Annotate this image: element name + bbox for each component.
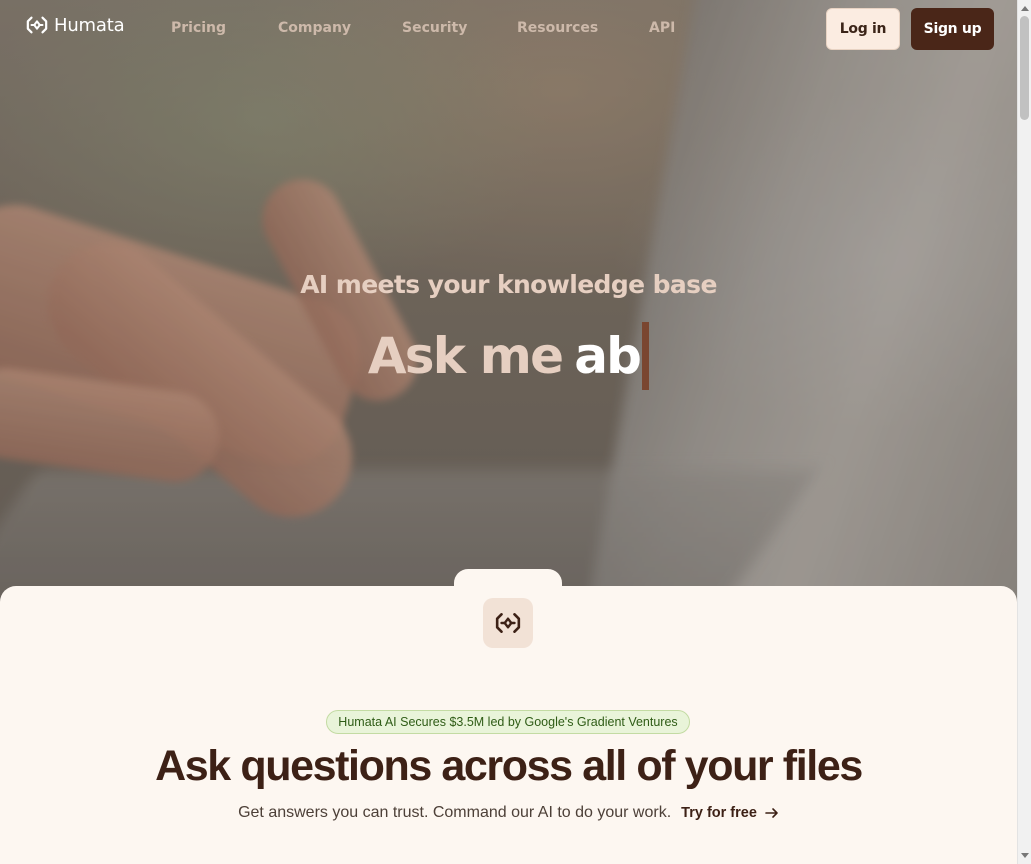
- subheadline: Get answers you can trust. Command our A…: [0, 804, 1017, 822]
- try-for-free-link[interactable]: Try for free: [681, 805, 779, 821]
- hero-background-image: [0, 0, 1017, 610]
- scroll-down-arrow-icon[interactable]: [1021, 853, 1029, 858]
- subheadline-text: Get answers you can trust. Command our A…: [238, 804, 672, 821]
- hero-ask-prefix: Ask me: [367, 327, 564, 385]
- nav-link-resources[interactable]: Resources: [517, 20, 598, 36]
- try-for-free-label: Try for free: [681, 805, 757, 821]
- nav-link-pricing[interactable]: Pricing: [171, 20, 226, 36]
- app-icon: [483, 598, 533, 648]
- nav-link-security[interactable]: Security: [402, 20, 467, 36]
- nav-link-company[interactable]: Company: [278, 20, 351, 36]
- top-navigation: Humata Pricing Company Security Resource…: [0, 0, 1017, 56]
- hero-ask-typed: ab: [574, 327, 642, 385]
- signup-button[interactable]: Sign up: [911, 8, 994, 50]
- hero-typing-headline: Ask me ab: [0, 322, 1017, 390]
- arrow-right-icon: [765, 808, 778, 818]
- typing-caret: [642, 322, 650, 390]
- brand-logo[interactable]: Humata: [26, 14, 125, 36]
- humata-logo-icon: [26, 16, 48, 34]
- login-button[interactable]: Log in: [826, 8, 900, 50]
- page-scrollbar[interactable]: [1017, 0, 1031, 864]
- scrollbar-thumb[interactable]: [1020, 16, 1029, 120]
- page-headline: Ask questions across all of your files: [155, 742, 863, 790]
- announcement-badge[interactable]: Humata AI Secures $3.5M led by Google's …: [326, 710, 690, 734]
- hero-overlay: [0, 0, 1017, 610]
- scroll-up-arrow-icon[interactable]: [1021, 6, 1029, 11]
- humata-logo-icon: [495, 613, 521, 633]
- brand-name: Humata: [54, 14, 125, 36]
- nav-link-api[interactable]: API: [649, 20, 675, 36]
- hero-kicker: AI meets your knowledge base: [300, 270, 717, 299]
